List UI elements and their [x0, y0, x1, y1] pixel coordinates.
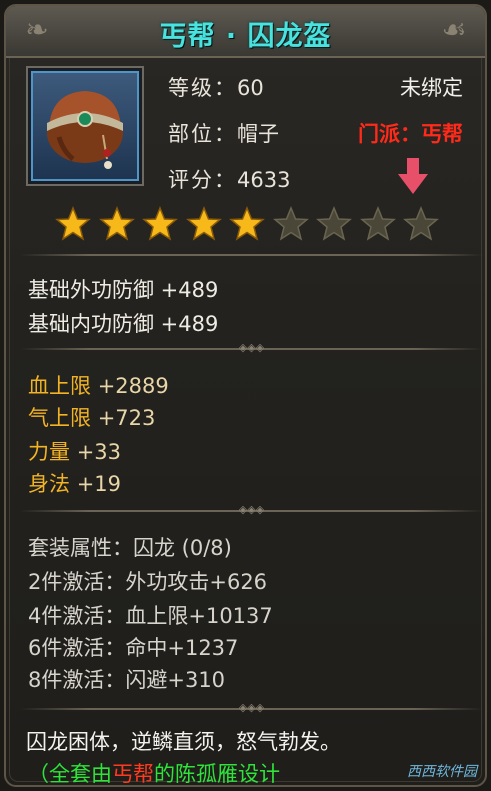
set-bonus-8: 8件激活：闪避+310	[28, 668, 226, 692]
slot-row: 部位：帽子	[168, 118, 279, 148]
title-bar: ❧ 丐帮 · 囚龙盔 ☙	[6, 6, 485, 58]
level-label: 等级：	[168, 76, 237, 100]
star-empty-icon	[403, 206, 439, 241]
item-name: 丐帮 · 囚龙盔	[159, 21, 332, 52]
star-empty-icon	[359, 206, 396, 241]
bonus-stat-hp: 血上限 +2889	[28, 374, 169, 398]
item-tooltip-panel: ❧ 丐帮 · 囚龙盔 ☙ 等级：60 部位：帽子 评分：4633 未绑定 门派：…	[4, 4, 487, 787]
slot-label: 部位：	[168, 122, 237, 146]
score-value: 4633	[237, 168, 291, 192]
base-stat-outer-defense: 基础外功防御 +489	[28, 278, 219, 302]
level-row: 等级：60	[168, 72, 264, 102]
divider: ◈◈◈	[20, 342, 483, 354]
base-stat-inner-defense: 基础内功防御 +489	[28, 312, 219, 336]
star-filled-icon	[55, 206, 91, 241]
divider: ◈◈◈	[20, 504, 483, 516]
down-arrow-icon	[398, 158, 428, 194]
watermark: 西西软件园	[407, 764, 477, 780]
set-bonus-4: 4件激活：血上限+10137	[28, 604, 273, 628]
level-value: 60	[237, 76, 264, 100]
divider	[20, 254, 483, 256]
star-filled-icon	[142, 206, 178, 241]
sect-requirement: 门派：丐帮	[358, 122, 463, 146]
bonus-stat-qi: 气上限 +723	[28, 406, 156, 430]
score-label: 评分：	[168, 168, 237, 192]
star-filled-icon	[229, 206, 265, 241]
helmet-icon	[47, 91, 123, 169]
bonus-stat-strength: 力量 +33	[28, 440, 122, 464]
star-empty-icon	[272, 206, 309, 241]
star-empty-icon	[316, 206, 352, 241]
star-filled-icon	[98, 206, 135, 241]
star-filled-icon	[185, 206, 222, 241]
set-bonus-2: 2件激活：外功攻击+626	[28, 570, 268, 594]
bind-status: 未绑定	[400, 76, 463, 100]
score-row: 评分：4633	[168, 164, 290, 194]
divider: ◈◈◈	[20, 702, 483, 714]
bonus-stat-agility: 身法 +19	[28, 472, 122, 496]
flavor-text: 囚龙困体，逆鳞直须，怒气勃发。	[26, 730, 341, 754]
designer-credit: （全套由丐帮的陈孤雁设计	[28, 762, 280, 786]
set-bonus-6: 6件激活：命中+1237	[28, 636, 239, 660]
slot-value: 帽子	[237, 122, 279, 146]
corner-ornament-right-icon: ☙	[441, 13, 467, 46]
item-icon-frame[interactable]	[26, 66, 144, 186]
set-header: 套装属性：囚龙 (0/8)	[28, 536, 232, 560]
